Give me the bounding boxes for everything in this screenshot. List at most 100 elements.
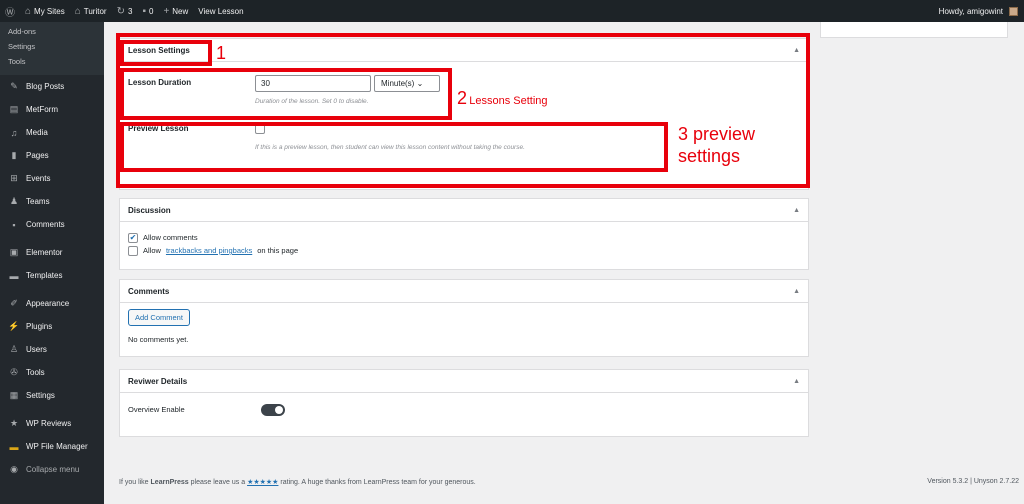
sidebar-item-users[interactable]: ♙ Users — [0, 338, 104, 361]
admin-bar: Ⓦ ⌂ My Sites ⌂ Turitor ↻ 3 ▪ 0 + New View Les… — [0, 0, 1024, 22]
updates-icon: ↻ — [116, 5, 125, 17]
footer-middle: please leave us a — [190, 479, 246, 486]
toggle-knob — [275, 406, 283, 414]
sidebar-item-blog-posts[interactable]: ✎ Blog Posts — [0, 75, 104, 98]
sidebar-item-label: Collapse menu — [26, 465, 80, 474]
sidebar-item-templates[interactable]: ▬ Templates — [0, 264, 104, 287]
allow-pingbacks-row: Allow trackbacks and pingbacks on this pag… — [128, 244, 800, 257]
sidebar-item-comments[interactable]: ▪ Comments — [0, 213, 104, 236]
sidebar-item-wp-reviews[interactable]: ★ WP Reviews — [0, 412, 104, 435]
rating-stars-link[interactable]: ★★★★★ — [247, 479, 278, 486]
comments-title: Comments — [128, 286, 170, 296]
version-text: Version 5.3.2 | Unyson 2.7.22 — [927, 478, 1019, 485]
view-lesson-link[interactable]: View Lesson — [193, 0, 248, 22]
comment-bubble-icon: ▪ — [142, 5, 146, 17]
sidebar-item-media[interactable]: ♫ Media — [0, 121, 104, 144]
reviewer-details-header[interactable]: Reviwer Details ▲ — [120, 370, 808, 393]
overview-enable-label: Overview Enable — [128, 405, 185, 414]
sidebar-item-elementor[interactable]: ▣ Elementor — [0, 241, 104, 264]
footer-prefix: If you like — [119, 479, 149, 486]
sidebar-item-label: Templates — [26, 271, 63, 280]
sidebar-item-settings[interactable]: ▦ Settings — [0, 384, 104, 407]
discussion-header[interactable]: Discussion ▲ — [120, 199, 808, 222]
sidebar-item-label: Comments — [26, 220, 65, 229]
annotation-label-3: 3 preview settings — [678, 124, 755, 167]
comments-count: 0 — [148, 6, 154, 16]
updates-menu[interactable]: ↻ 3 — [112, 0, 138, 22]
comments-box: Comments ▲ Add Comment No comments yet. — [119, 279, 809, 357]
annotation-label-2-number: 2 — [457, 88, 468, 108]
settings-icon: ▦ — [9, 390, 19, 400]
comments-menu[interactable]: ▪ 0 — [137, 0, 158, 22]
sidebar-item-teams[interactable]: ♟ Teams — [0, 190, 104, 213]
overview-enable-toggle[interactable] — [261, 404, 285, 416]
comments-header[interactable]: Comments ▲ — [120, 280, 808, 303]
account-menu[interactable]: Howdy, amigowint — [934, 0, 1024, 22]
admin-footer: If you like LearnPress please leave us a… — [119, 478, 1019, 486]
sidebar-item-metform[interactable]: ▤ MetForm — [0, 98, 104, 121]
user-icon: ♙ — [9, 344, 19, 354]
wordpress-logo[interactable]: Ⓦ — [0, 0, 20, 22]
annotation-box-2 — [120, 68, 452, 120]
comments-icon: ▪ — [12, 219, 16, 230]
collapse-arrow-icon[interactable]: ▲ — [793, 288, 800, 295]
sidebar-item-wp-file-manager[interactable]: ▬ WP File Manager — [0, 435, 104, 458]
annotation-label-2-text: Lessons Setting — [469, 95, 548, 107]
add-comment-button[interactable]: Add Comment — [128, 309, 190, 326]
wordpress-icon: Ⓦ — [5, 7, 15, 19]
events-icon: ⊞ — [10, 173, 18, 183]
sidebar-item-label: MetForm — [26, 105, 58, 114]
teams-icon: ♟ — [9, 196, 19, 206]
sidebar-item-label: Plugins — [26, 322, 53, 331]
sidebar-item-plugins[interactable]: ⚡ Plugins — [0, 315, 104, 338]
plugin-icon: ⚡ — [8, 321, 20, 331]
sidebar-item-appearance[interactable]: ✐ Appearance — [0, 292, 104, 315]
discussion-title: Discussion — [128, 205, 171, 215]
annotation-box-1 — [120, 40, 212, 66]
sidebar-item-collapse-menu[interactable]: ◉ Collapse menu — [0, 458, 104, 481]
my-sites-label: My Sites — [34, 6, 65, 16]
sidebar-item-tools[interactable]: ✇ Tools — [0, 361, 104, 384]
site-name-menu[interactable]: ⌂ Turitor — [70, 0, 112, 22]
sidebar-item-events[interactable]: ⊞ Events — [0, 167, 104, 190]
folder-icon: ▬ — [9, 441, 19, 452]
annotation-label-3-line1: 3 preview — [678, 124, 756, 144]
annotation-label-3-line2: settings — [678, 145, 741, 166]
discussion-box: Discussion ▲ ✔ Allow comments Allow track… — [119, 198, 809, 270]
my-sites-menu[interactable]: ⌂ My Sites — [20, 0, 70, 22]
annotation-box-3 — [120, 122, 668, 172]
trackbacks-link[interactable]: trackbacks and pingbacks — [166, 246, 252, 255]
pages-icon: ▮ — [11, 150, 17, 160]
sidebar-item-label: Appearance — [26, 299, 70, 308]
admin-sidebar: Add-ons Settings Tools ✎ Blog Posts ▤ MetF… — [0, 22, 104, 504]
home-icon: ⌂ — [74, 5, 81, 17]
allow-comments-row: ✔ Allow comments — [128, 231, 800, 244]
elementor-icon: ▣ — [9, 247, 19, 257]
plus-icon: + — [163, 5, 170, 17]
submenu-item-settings[interactable]: Settings — [0, 39, 104, 54]
sidebar-item-label: Tools — [26, 368, 45, 377]
sidebar-item-label: Pages — [26, 151, 49, 160]
sidebar-item-label: Users — [26, 345, 47, 354]
sidebar-item-label: Events — [26, 174, 51, 183]
sidebar-item-label: WP File Manager — [26, 442, 88, 451]
footer-thanks: If you like LearnPress please leave us a… — [119, 478, 476, 486]
media-icon: ♫ — [10, 127, 18, 138]
reviewer-details-title: Reviwer Details — [128, 376, 188, 386]
collapse-arrow-icon[interactable]: ▲ — [793, 207, 800, 214]
allow-comments-checkbox[interactable]: ✔ — [128, 232, 138, 243]
sidebar-item-label: WP Reviews — [26, 419, 72, 428]
submenu-item-add-ons[interactable]: Add-ons — [0, 24, 104, 39]
form-icon: ▤ — [9, 104, 19, 114]
new-content-menu[interactable]: + New — [158, 0, 193, 22]
star-icon: ★ — [9, 418, 19, 428]
allow-prefix: Allow — [143, 246, 161, 255]
sidebar-item-pages[interactable]: ▮ Pages — [0, 144, 104, 167]
allow-pingbacks-checkbox[interactable] — [128, 245, 138, 256]
collapse-arrow-icon[interactable]: ▲ — [793, 378, 800, 385]
new-label: New — [172, 6, 189, 16]
pin-icon: ✎ — [10, 81, 18, 91]
submenu-item-tools[interactable]: Tools — [0, 54, 104, 69]
collapse-icon: ◉ — [10, 464, 18, 474]
no-comments-text: No comments yet. — [128, 335, 189, 344]
